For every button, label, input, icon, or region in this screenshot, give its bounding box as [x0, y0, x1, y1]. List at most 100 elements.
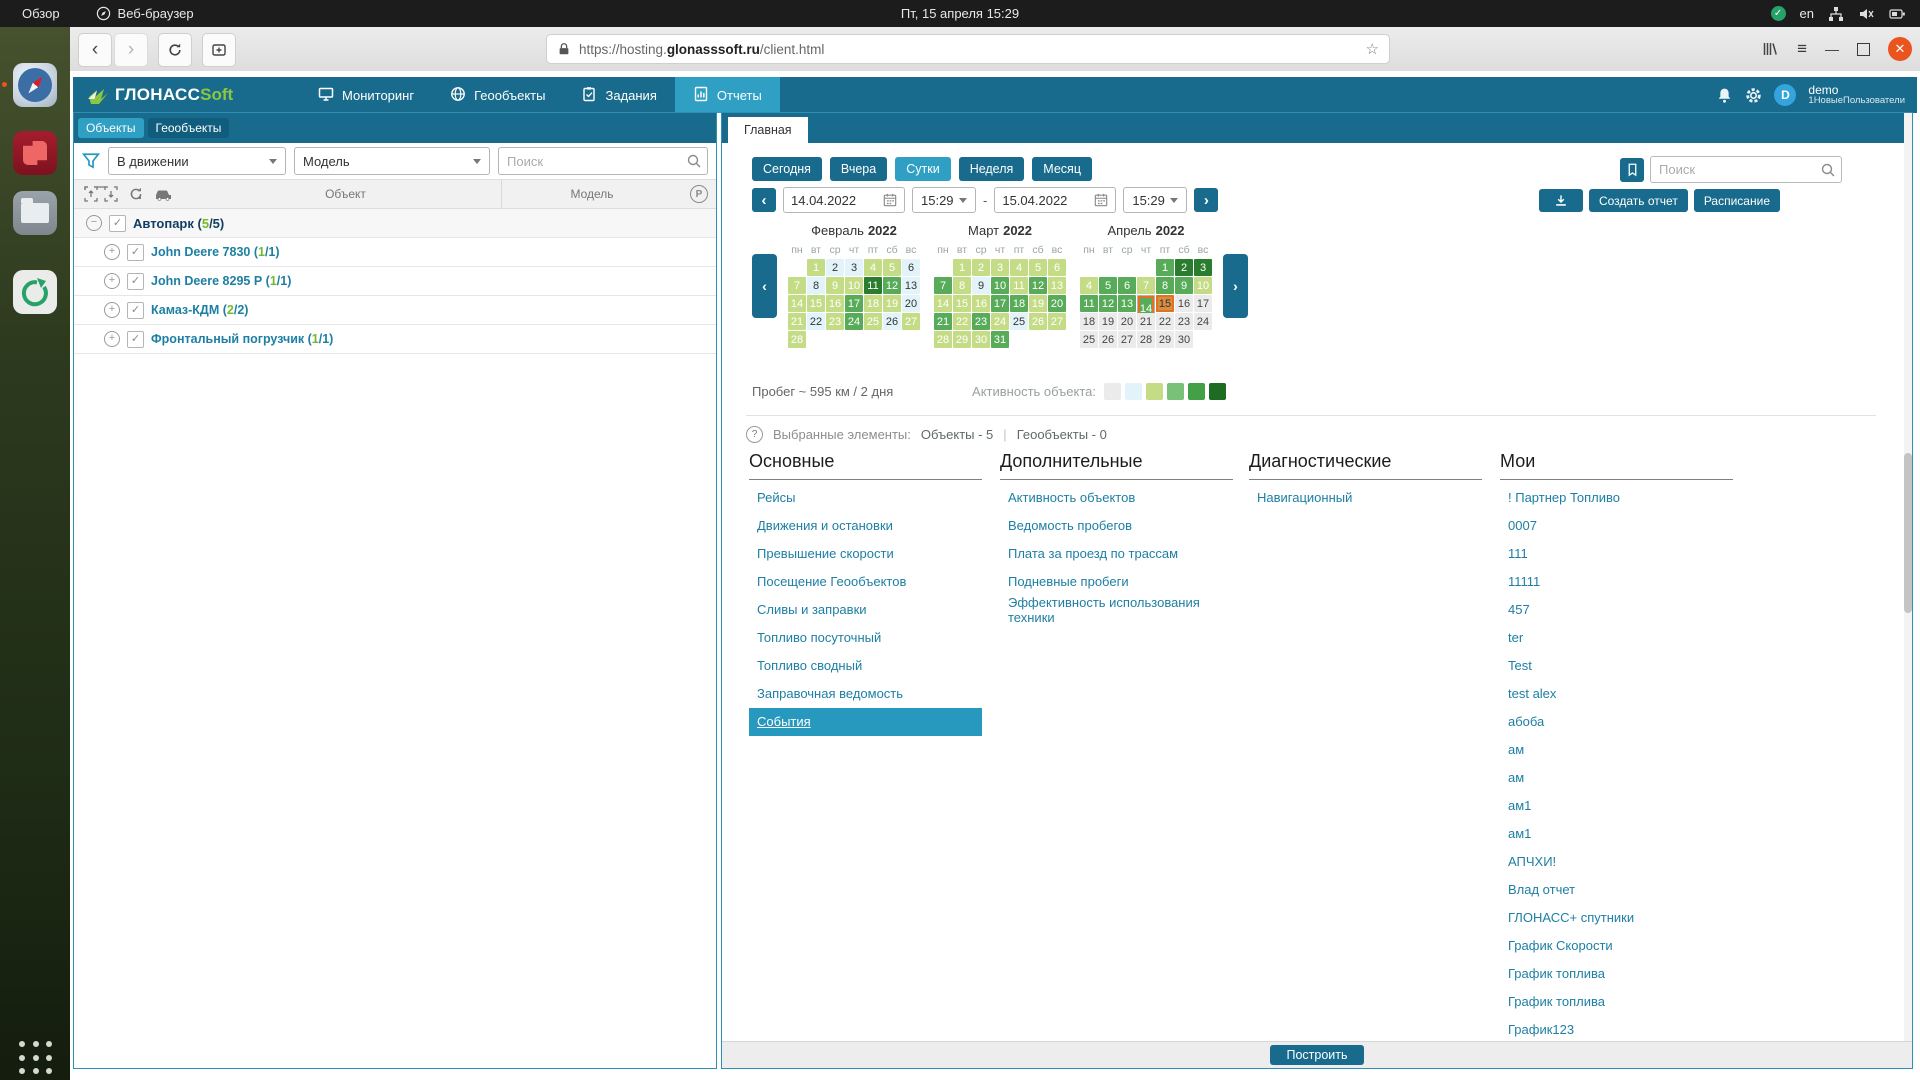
show-applications-button[interactable]	[17, 1039, 57, 1079]
range-button[interactable]: Сутки	[895, 157, 950, 181]
calendar-day[interactable]: 7	[788, 277, 806, 294]
calendar-day[interactable]: 13	[1118, 295, 1136, 312]
avatar[interactable]: D	[1774, 84, 1796, 106]
calendar-day[interactable]: 2	[972, 259, 990, 276]
expand-collapse-icon[interactable]	[84, 186, 118, 202]
calendar-day[interactable]: 19	[883, 295, 901, 312]
range-button[interactable]: Вчера	[830, 157, 887, 181]
calendar-day[interactable]: 4	[1010, 259, 1028, 276]
report-link[interactable]: Движения и остановки	[749, 512, 982, 540]
minimize-button[interactable]: —	[1825, 41, 1839, 57]
calendar-day[interactable]: 25	[1010, 313, 1028, 330]
expand-icon[interactable]: +	[104, 273, 120, 289]
date-to-input[interactable]: 15.04.2022	[994, 187, 1116, 213]
calendar-day[interactable]: 12	[1099, 295, 1117, 312]
report-link[interactable]: Сливы и заправки	[749, 596, 982, 624]
calendar-day[interactable]: 9	[972, 277, 990, 294]
calendar-day[interactable]: 1	[807, 259, 825, 276]
expand-icon[interactable]: +	[104, 331, 120, 347]
gear-icon[interactable]	[1745, 87, 1762, 104]
report-link[interactable]: 457	[1500, 596, 1733, 624]
calendar-day[interactable]: 1	[1156, 259, 1174, 276]
report-link[interactable]: Рейсы	[749, 484, 982, 512]
user-info[interactable]: demo 1НовыеПользователи	[1808, 84, 1905, 107]
calendar-day[interactable]: 11	[1080, 295, 1098, 312]
report-link[interactable]: 11111	[1500, 568, 1733, 596]
calendar-day[interactable]: 6	[1118, 277, 1136, 294]
close-button[interactable]: ✕	[1888, 37, 1912, 61]
range-button[interactable]: Неделя	[959, 157, 1025, 181]
vehicle-icon[interactable]	[154, 186, 174, 202]
report-link[interactable]: Подневные пробеги	[1000, 568, 1233, 596]
calendar-day[interactable]: 8	[953, 277, 971, 294]
time-from-select[interactable]: 15:29	[912, 187, 976, 213]
tree-checkbox[interactable]: ✓	[127, 331, 144, 348]
help-icon[interactable]: ?	[746, 426, 763, 443]
tree-row[interactable]: +✓Камаз-КДМ (2/2)	[74, 296, 716, 325]
calendar-day[interactable]: 18	[864, 295, 882, 312]
report-link[interactable]: Влад отчет	[1500, 876, 1733, 904]
report-link[interactable]: Плата за проезд по трассам	[1000, 540, 1233, 568]
tab-main[interactable]: Главная	[728, 117, 808, 143]
report-link[interactable]: Активность объектов	[1000, 484, 1233, 512]
bookmark-button[interactable]	[1620, 158, 1644, 182]
expand-icon[interactable]: +	[104, 244, 120, 260]
calendar-day[interactable]: 27	[1118, 331, 1136, 348]
calendar-day[interactable]: 21	[788, 313, 806, 330]
tree-row[interactable]: −✓Автопарк (5/5)	[74, 209, 716, 238]
calendar-day[interactable]: 10	[1194, 277, 1212, 294]
calendar-day[interactable]: 16	[1175, 295, 1193, 312]
report-link[interactable]: Превышение скорости	[749, 540, 982, 568]
report-link[interactable]: 0007	[1500, 512, 1733, 540]
calendar-day[interactable]: 8	[807, 277, 825, 294]
collapse-icon[interactable]: −	[86, 215, 102, 231]
report-link[interactable]: ter	[1500, 624, 1733, 652]
calendar-day[interactable]: 5	[1099, 277, 1117, 294]
calendar-day[interactable]: 30	[972, 331, 990, 348]
calendar-day[interactable]: 14	[788, 295, 806, 312]
calendar-day[interactable]: 25	[864, 313, 882, 330]
calendar-day[interactable]: 8	[1156, 277, 1174, 294]
files-dock-icon[interactable]	[13, 191, 57, 235]
prev-day-button[interactable]: ‹	[752, 188, 776, 212]
glonasssoft-logo[interactable]: ГЛОНАССSoft	[87, 85, 272, 105]
tree-row[interactable]: +✓John Deere 7830 (1/1)	[74, 238, 716, 267]
maximize-button[interactable]	[1857, 43, 1870, 56]
calendar-day[interactable]: 24	[845, 313, 863, 330]
calendar-day[interactable]: 18	[1080, 313, 1098, 330]
calendar-day[interactable]: 15	[1156, 295, 1174, 312]
calendar-day[interactable]: 26	[1029, 313, 1047, 330]
calendar-day[interactable]: 6	[902, 259, 920, 276]
report-link[interactable]: График топлива	[1500, 988, 1733, 1016]
calendar-day[interactable]: 13	[902, 277, 920, 294]
calendar-day[interactable]: 21	[934, 313, 952, 330]
clock[interactable]: Пт, 15 апреля 15:29	[0, 0, 1920, 27]
tree-checkbox[interactable]: ✓	[109, 215, 126, 232]
calendar-day[interactable]: 3	[991, 259, 1009, 276]
calendar-day[interactable]: 23	[1175, 313, 1193, 330]
report-link[interactable]: test alex	[1500, 680, 1733, 708]
report-link[interactable]: График Скорости	[1500, 932, 1733, 960]
calendar-day[interactable]: 27	[902, 313, 920, 330]
report-link[interactable]: График123	[1500, 1016, 1733, 1044]
sidebar-tab-geoobjects[interactable]: Геообъекты	[148, 118, 230, 138]
tree-row[interactable]: +✓Фронтальный погрузчик (1/1)	[74, 325, 716, 354]
tree-row[interactable]: +✓John Deere 8295 Р (1/1)	[74, 267, 716, 296]
calendar-day[interactable]: 21	[1137, 313, 1155, 330]
build-report-button[interactable]: Построить	[1270, 1045, 1363, 1065]
calendar-day[interactable]: 5	[883, 259, 901, 276]
time-to-select[interactable]: 15:29	[1123, 187, 1187, 213]
calendar-day[interactable]: 23	[826, 313, 844, 330]
tree-checkbox[interactable]: ✓	[127, 273, 144, 290]
calendar-day[interactable]: 17	[845, 295, 863, 312]
calendar-day[interactable]: 1	[953, 259, 971, 276]
red-app-dock-icon[interactable]	[13, 131, 57, 175]
report-link[interactable]: События	[749, 708, 982, 736]
report-link[interactable]: ГЛОНАСС+ спутники	[1500, 904, 1733, 932]
report-link[interactable]: ам1	[1500, 792, 1733, 820]
calendar-day[interactable]: 26	[883, 313, 901, 330]
report-link[interactable]: Ведомость пробегов	[1000, 512, 1233, 540]
tree-checkbox[interactable]: ✓	[127, 244, 144, 261]
nav-item-geoobjects[interactable]: Геообъекты	[432, 77, 563, 113]
calendar-day[interactable]: 15	[807, 295, 825, 312]
